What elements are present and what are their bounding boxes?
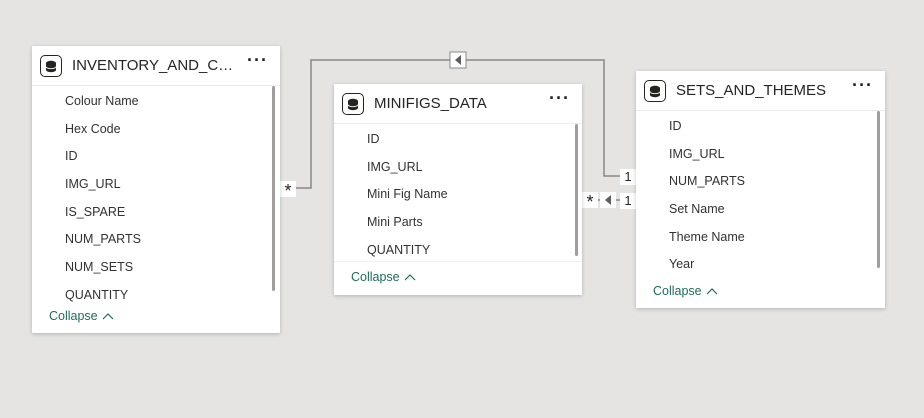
field-item[interactable]: Year — [669, 257, 694, 271]
table-title: INVENTORY_AND_COL... — [72, 57, 242, 74]
field-item[interactable]: NUM_PARTS — [669, 174, 745, 188]
field-item[interactable]: IS_SPARE — [65, 205, 125, 219]
table-card-sets-themes[interactable]: SETS_AND_THEMES ··· ID IMG_URL NUM_PARTS… — [636, 71, 885, 308]
field-item[interactable]: ID — [65, 149, 78, 163]
cardinality-many-inventory: * — [280, 181, 296, 201]
scrollbar[interactable] — [575, 124, 578, 256]
database-icon — [644, 80, 666, 102]
field-item[interactable]: Theme Name — [669, 230, 745, 244]
more-options-button[interactable]: ··· — [549, 89, 570, 107]
field-item[interactable]: NUM_SETS — [65, 260, 133, 274]
field-item[interactable]: IMG_URL — [367, 160, 423, 174]
chevron-up-icon — [404, 274, 416, 281]
more-options-button[interactable]: ··· — [247, 51, 268, 69]
table-card-minifigs[interactable]: MINIFIGS_DATA ··· ID IMG_URL Mini Fig Na… — [334, 84, 582, 295]
table-header[interactable]: SETS_AND_THEMES ··· — [636, 71, 885, 111]
chevron-up-icon — [102, 313, 114, 320]
cardinality-one-sets-top: 1 — [620, 169, 636, 185]
model-view-canvas[interactable]: * 1 * 1 INVENTORY_AND_COL... ··· Colour … — [0, 0, 924, 418]
field-item[interactable]: Mini Fig Name — [367, 187, 448, 201]
database-icon — [40, 55, 62, 77]
table-card-inventory[interactable]: INVENTORY_AND_COL... ··· Colour Name Hex… — [32, 46, 280, 333]
database-icon — [342, 93, 364, 115]
collapse-label: Collapse — [653, 284, 702, 298]
field-item[interactable]: QUANTITY — [367, 243, 430, 257]
field-item[interactable]: NUM_PARTS — [65, 232, 141, 246]
chevron-up-icon — [706, 288, 718, 295]
divider — [334, 261, 582, 262]
table-header[interactable]: MINIFIGS_DATA ··· — [334, 84, 582, 124]
collapse-button[interactable]: Collapse — [351, 270, 416, 284]
arrow-left-icon — [455, 55, 461, 65]
field-item[interactable]: IMG_URL — [65, 177, 121, 191]
more-options-button[interactable]: ··· — [852, 76, 873, 94]
field-item[interactable]: Colour Name — [65, 94, 139, 108]
collapse-label: Collapse — [351, 270, 400, 284]
arrow-left-icon — [605, 195, 611, 205]
table-title: MINIFIGS_DATA — [374, 95, 487, 112]
field-item[interactable]: ID — [367, 132, 380, 146]
cardinality-one-sets-mid: 1 — [620, 193, 636, 209]
field-item[interactable]: Set Name — [669, 202, 725, 216]
table-header[interactable]: INVENTORY_AND_COL... ··· — [32, 46, 280, 86]
field-item[interactable]: ID — [669, 119, 682, 133]
filter-direction-box-top — [449, 51, 467, 69]
collapse-label: Collapse — [49, 309, 98, 323]
collapse-button[interactable]: Collapse — [653, 284, 718, 298]
collapse-button[interactable]: Collapse — [49, 309, 114, 323]
filter-direction-box-mid — [600, 192, 616, 208]
field-item[interactable]: Mini Parts — [367, 215, 423, 229]
field-item[interactable]: Hex Code — [65, 122, 121, 136]
field-item[interactable]: QUANTITY — [65, 288, 128, 302]
scrollbar[interactable] — [272, 86, 275, 291]
cardinality-many-minifigs: * — [582, 192, 598, 212]
scrollbar[interactable] — [877, 111, 880, 268]
table-title: SETS_AND_THEMES — [676, 82, 827, 99]
field-item[interactable]: IMG_URL — [669, 147, 725, 161]
